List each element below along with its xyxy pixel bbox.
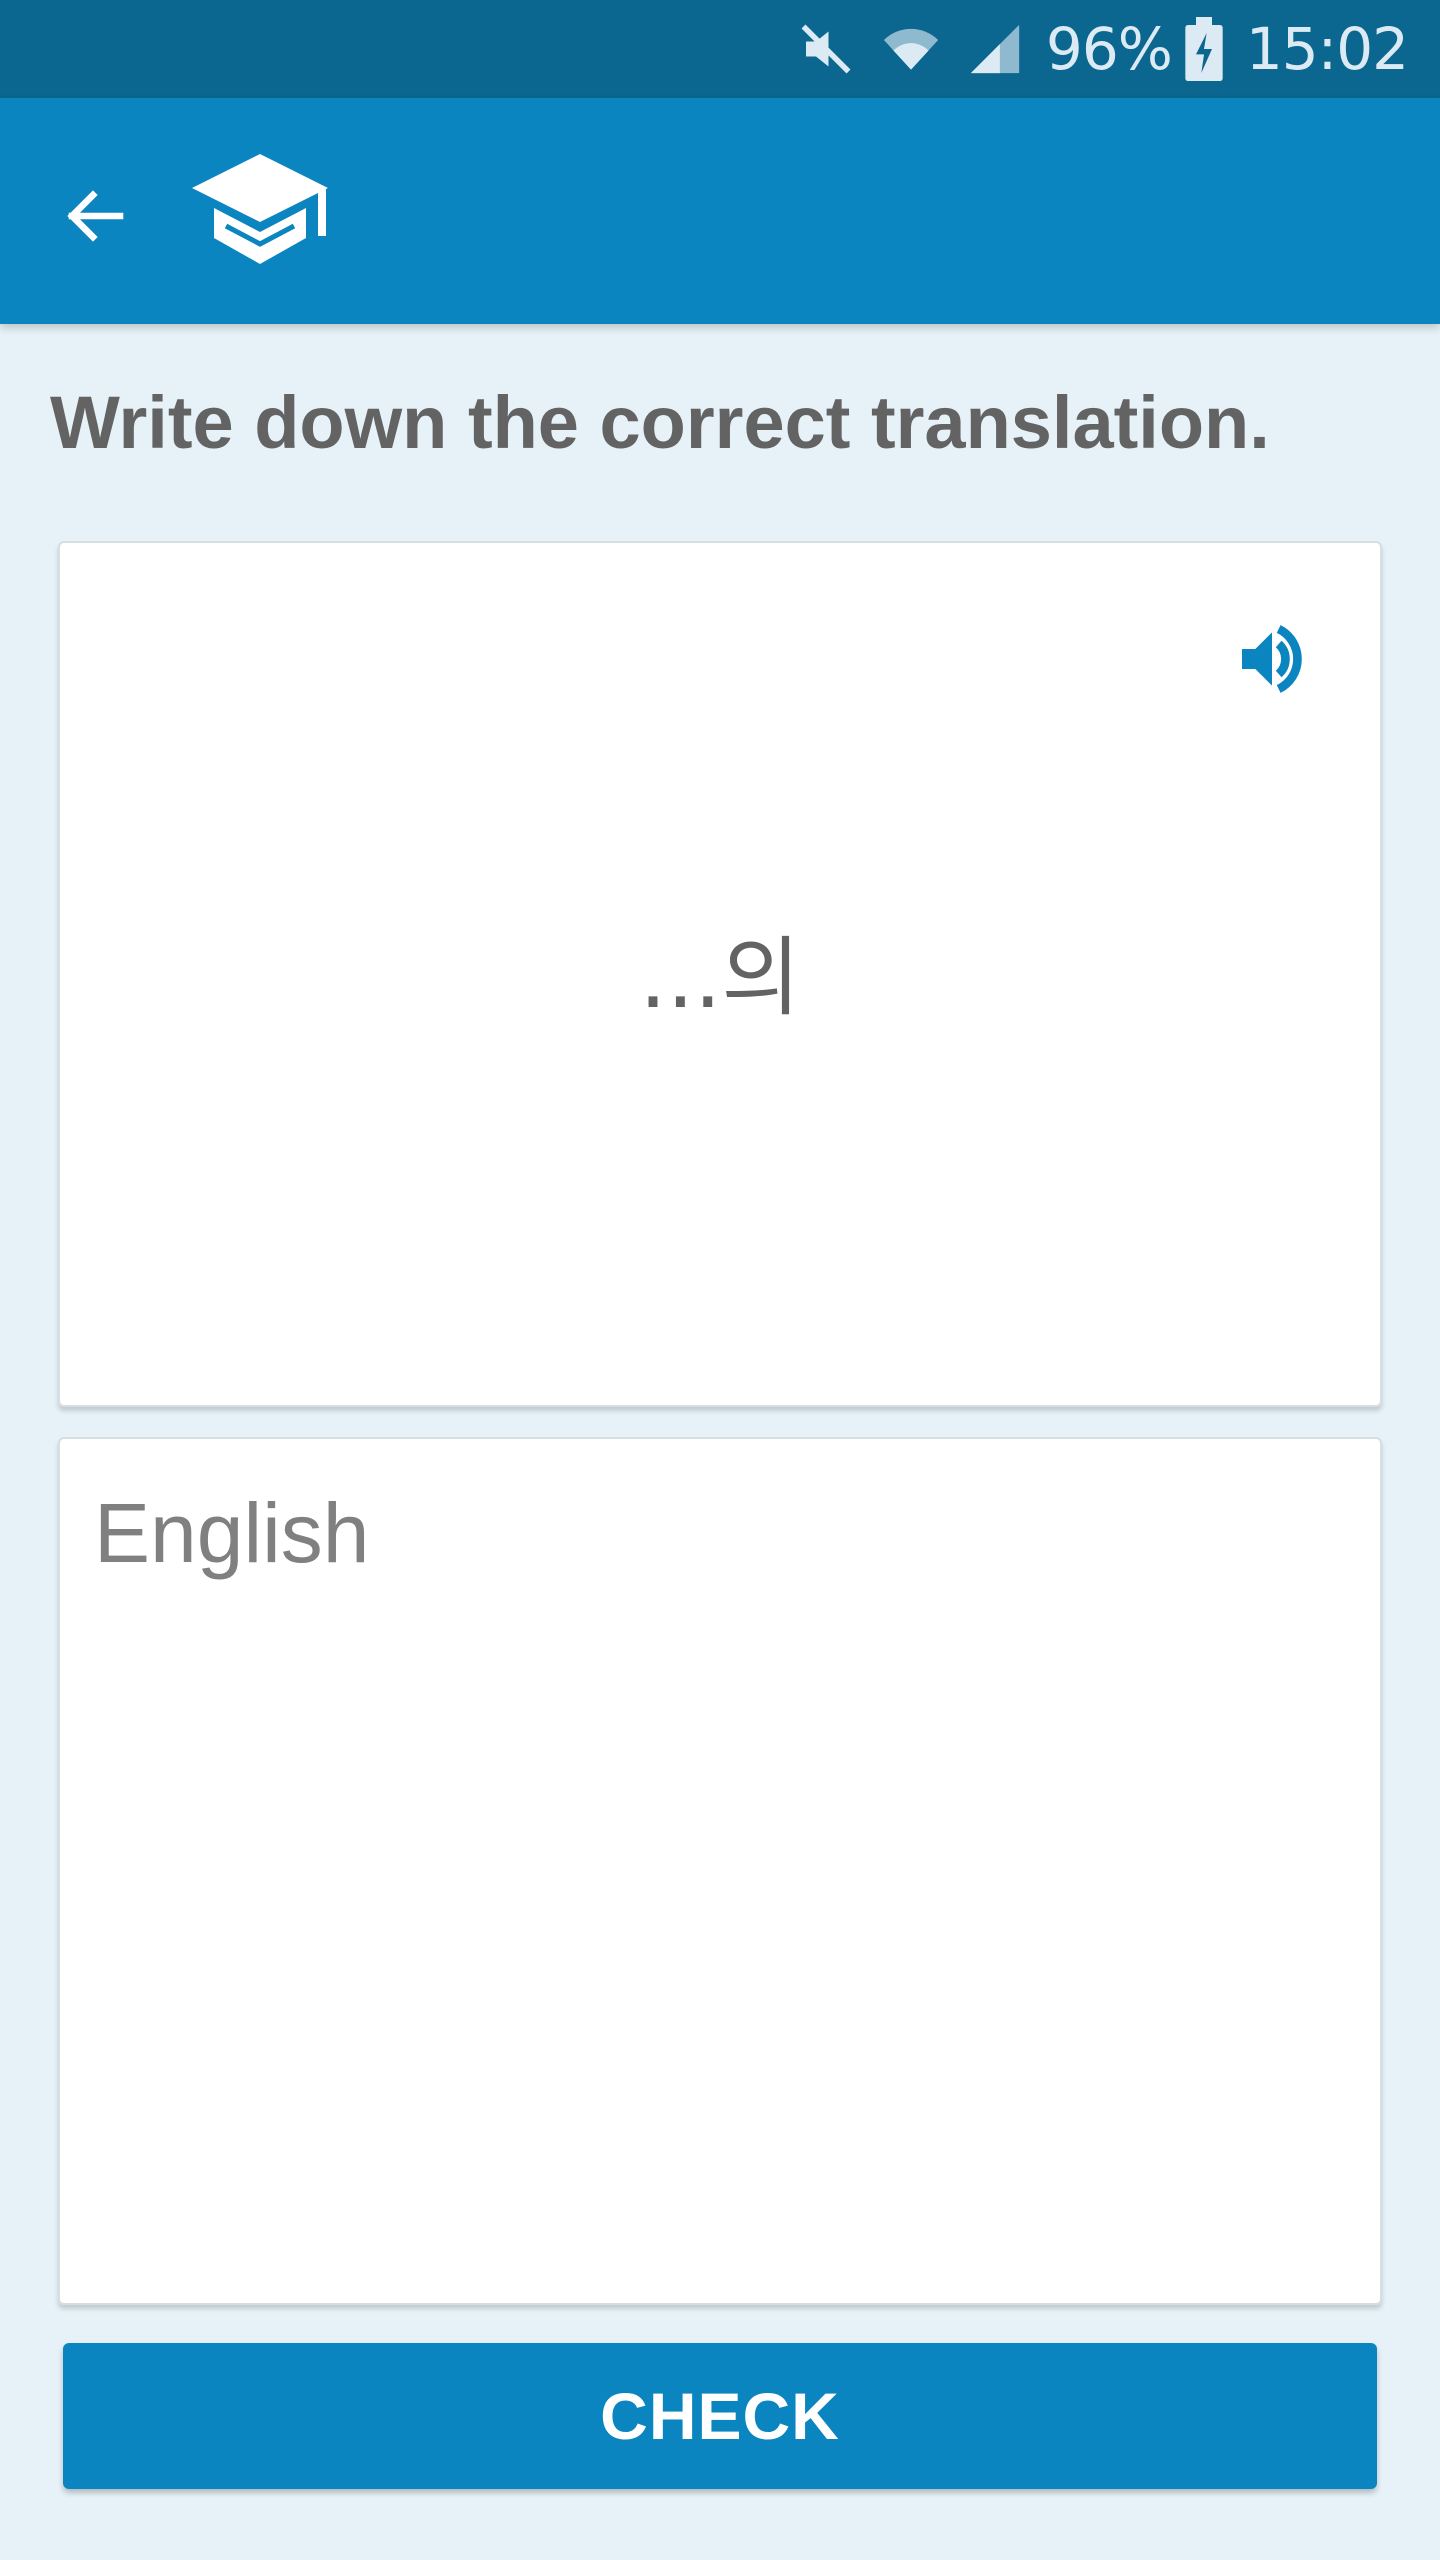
- prompt-card: ...의: [58, 541, 1382, 1407]
- mute-icon: [796, 19, 856, 79]
- exercise-instruction: Write down the correct translation.: [50, 381, 1270, 464]
- prompt-word: ...의: [639, 927, 801, 1028]
- check-button[interactable]: CHECK: [63, 2343, 1377, 2489]
- answer-input[interactable]: [60, 1439, 1380, 2303]
- battery-percent: 96%: [1045, 15, 1173, 83]
- arrow-left-icon: [60, 180, 132, 257]
- back-button[interactable]: [44, 166, 148, 270]
- status-bar: 96% 15:02: [0, 0, 1440, 98]
- graduation-cap-icon: [190, 148, 340, 268]
- app-bar: [0, 98, 1440, 324]
- battery-charging-icon: [1184, 17, 1224, 81]
- play-audio-button[interactable]: [1224, 613, 1320, 709]
- clock: 15:02: [1245, 15, 1409, 83]
- answer-card: [58, 1437, 1382, 2305]
- signal-icon: [966, 20, 1024, 78]
- speaker-icon: [1232, 619, 1312, 704]
- wifi-icon: [880, 18, 942, 80]
